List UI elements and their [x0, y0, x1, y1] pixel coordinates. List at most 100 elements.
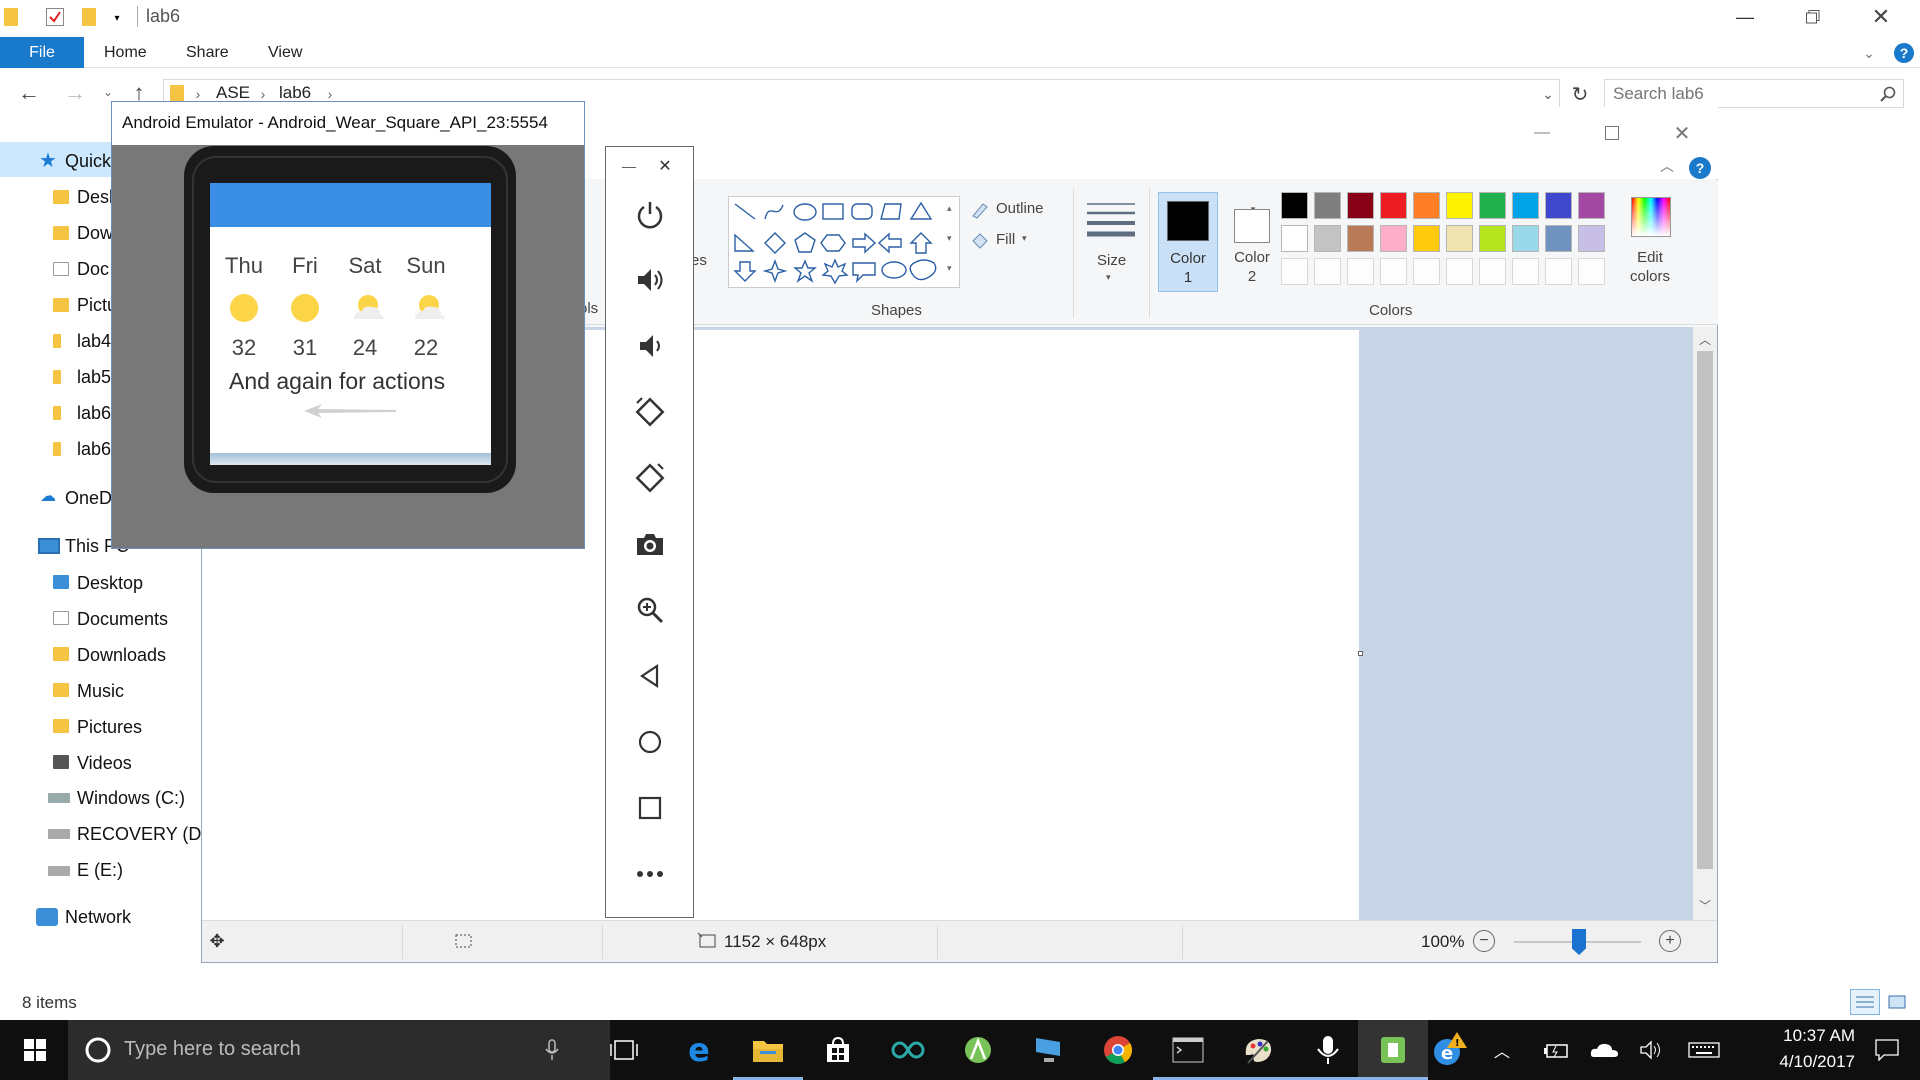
paint-help-icon[interactable]: ? [1689, 157, 1711, 179]
nav-pc-downloads[interactable]: Downloads [77, 645, 166, 666]
arduino-icon[interactable] [873, 1020, 943, 1080]
palette-color-swatch[interactable] [1545, 192, 1572, 219]
clock-date[interactable]: 4/10/2017 [1735, 1052, 1855, 1072]
palette-color-swatch[interactable] [1314, 225, 1341, 252]
updater-tray-icon[interactable]: e! [1423, 1020, 1479, 1080]
battery-icon[interactable] [1537, 1020, 1577, 1080]
android-studio-icon[interactable] [943, 1020, 1013, 1080]
collapse-ribbon-icon[interactable]: ︿ [1657, 158, 1677, 174]
back-arrow-icon[interactable]: ← [14, 78, 44, 108]
palette-color-swatch[interactable] [1446, 192, 1473, 219]
action-center-icon[interactable] [1862, 1020, 1912, 1080]
nav-item-lab4[interactable]: lab4 [77, 331, 111, 352]
edge-icon[interactable]: e [664, 1020, 734, 1080]
large-icons-view-icon[interactable] [1882, 989, 1912, 1015]
color1-button[interactable]: Color 1 [1158, 192, 1218, 292]
chrome-icon[interactable] [1083, 1020, 1153, 1080]
tab-file[interactable]: File [0, 37, 84, 68]
custom-color-slot[interactable] [1578, 258, 1605, 285]
nav-pc-pictures[interactable]: Pictures [77, 717, 142, 738]
rotate-right-icon[interactable] [606, 453, 693, 503]
tab-share[interactable]: Share [176, 37, 239, 68]
forward-arrow-icon[interactable]: → [60, 78, 90, 108]
palette-color-swatch[interactable] [1314, 192, 1341, 219]
nav-pc-desktop[interactable]: Desktop [77, 573, 143, 594]
overview-icon[interactable] [606, 783, 693, 833]
scroll-down-icon[interactable]: ﹀ [1696, 897, 1714, 913]
color2-button[interactable]: Color 2 [1226, 192, 1276, 292]
custom-color-slot[interactable] [1446, 258, 1473, 285]
outline-button[interactable]: Outline [996, 200, 1044, 217]
size-button[interactable]: Size [1097, 252, 1126, 269]
nav-network[interactable]: Network [65, 907, 131, 928]
palette-color-swatch[interactable] [1281, 192, 1308, 219]
expand-ribbon-icon[interactable]: ⌄ [1860, 44, 1878, 62]
palette-color-swatch[interactable] [1512, 225, 1539, 252]
custom-color-slot[interactable] [1380, 258, 1407, 285]
paint-app-icon[interactable] [1223, 1020, 1293, 1080]
task-view-icon[interactable] [589, 1020, 659, 1080]
paint-close-icon[interactable]: ✕ [1664, 119, 1700, 147]
custom-color-slot[interactable] [1512, 258, 1539, 285]
scroll-up-icon[interactable]: ︿ [1696, 331, 1714, 347]
show-hidden-icons-icon[interactable]: ︿ [1482, 1020, 1522, 1080]
palette-color-swatch[interactable] [1512, 192, 1539, 219]
customize-toolbar-icon[interactable]: ▾ [110, 12, 124, 24]
store-icon[interactable] [803, 1020, 873, 1080]
custom-color-slot[interactable] [1347, 258, 1374, 285]
toolbar-minimize-icon[interactable]: — [620, 157, 638, 175]
camera-icon[interactable] [606, 519, 693, 569]
custom-color-slot[interactable] [1545, 258, 1572, 285]
custom-color-slot[interactable] [1479, 258, 1506, 285]
nav-quick-access[interactable]: Quick [65, 151, 111, 172]
zoom-slider-thumb[interactable] [1572, 929, 1586, 955]
zoom-icon[interactable] [606, 585, 693, 635]
restore-icon[interactable] [1790, 0, 1836, 34]
fill-button[interactable]: Fill [996, 231, 1015, 248]
close-icon[interactable]: ✕ [1858, 0, 1904, 34]
more-icon[interactable] [606, 849, 693, 899]
chevron-down-icon[interactable]: ⌄ [1539, 84, 1557, 104]
custom-color-slot[interactable] [1413, 258, 1440, 285]
custom-color-slot[interactable] [1314, 258, 1341, 285]
palette-color-swatch[interactable] [1347, 225, 1374, 252]
new-folder-icon[interactable] [82, 8, 96, 26]
clock-time[interactable]: 10:37 AM [1735, 1026, 1855, 1046]
palette-color-swatch[interactable] [1413, 225, 1440, 252]
mic-app-icon[interactable] [1293, 1020, 1363, 1080]
search-box[interactable] [1604, 79, 1904, 108]
nav-item-lab5[interactable]: lab5 [77, 367, 111, 388]
home-icon[interactable] [606, 717, 693, 767]
zoom-in-icon[interactable]: + [1659, 930, 1681, 952]
palette-color-swatch[interactable] [1413, 192, 1440, 219]
search-input[interactable] [1613, 83, 1863, 104]
zoom-out-icon[interactable]: − [1473, 930, 1495, 952]
command-prompt-icon[interactable] [1153, 1020, 1223, 1080]
computer-icon[interactable] [1013, 1020, 1083, 1080]
breadcrumb-ase[interactable]: ASE [216, 83, 250, 103]
nav-item-documents[interactable]: Doc [77, 259, 109, 280]
nav-pc-drive-e[interactable]: E (E:) [77, 860, 123, 881]
details-view-icon[interactable] [1850, 989, 1880, 1015]
palette-color-swatch[interactable] [1347, 192, 1374, 219]
power-icon[interactable] [606, 189, 693, 239]
file-explorer-icon[interactable] [733, 1020, 803, 1080]
nav-pc-videos[interactable]: Videos [77, 753, 132, 774]
palette-color-swatch[interactable] [1479, 192, 1506, 219]
custom-color-slot[interactable] [1281, 258, 1308, 285]
microphone-icon[interactable] [542, 1038, 562, 1062]
taskbar-search-box[interactable]: Type here to search [68, 1020, 610, 1080]
vertical-scrollbar[interactable]: ︿ ﹀ [1693, 327, 1717, 920]
nav-item-lab6[interactable]: lab6 [77, 403, 111, 424]
properties-icon[interactable] [46, 8, 64, 26]
palette-color-swatch[interactable] [1479, 225, 1506, 252]
palette-color-swatch[interactable] [1578, 225, 1605, 252]
palette-color-swatch[interactable] [1545, 225, 1572, 252]
volume-up-icon[interactable] [606, 255, 693, 305]
volume-tray-icon[interactable] [1632, 1020, 1672, 1080]
back-icon[interactable] [606, 651, 693, 701]
nav-item-downloads[interactable]: Dow [77, 223, 113, 244]
tab-view[interactable]: View [258, 37, 312, 68]
palette-color-swatch[interactable] [1446, 225, 1473, 252]
minimize-icon[interactable]: — [1722, 0, 1768, 34]
